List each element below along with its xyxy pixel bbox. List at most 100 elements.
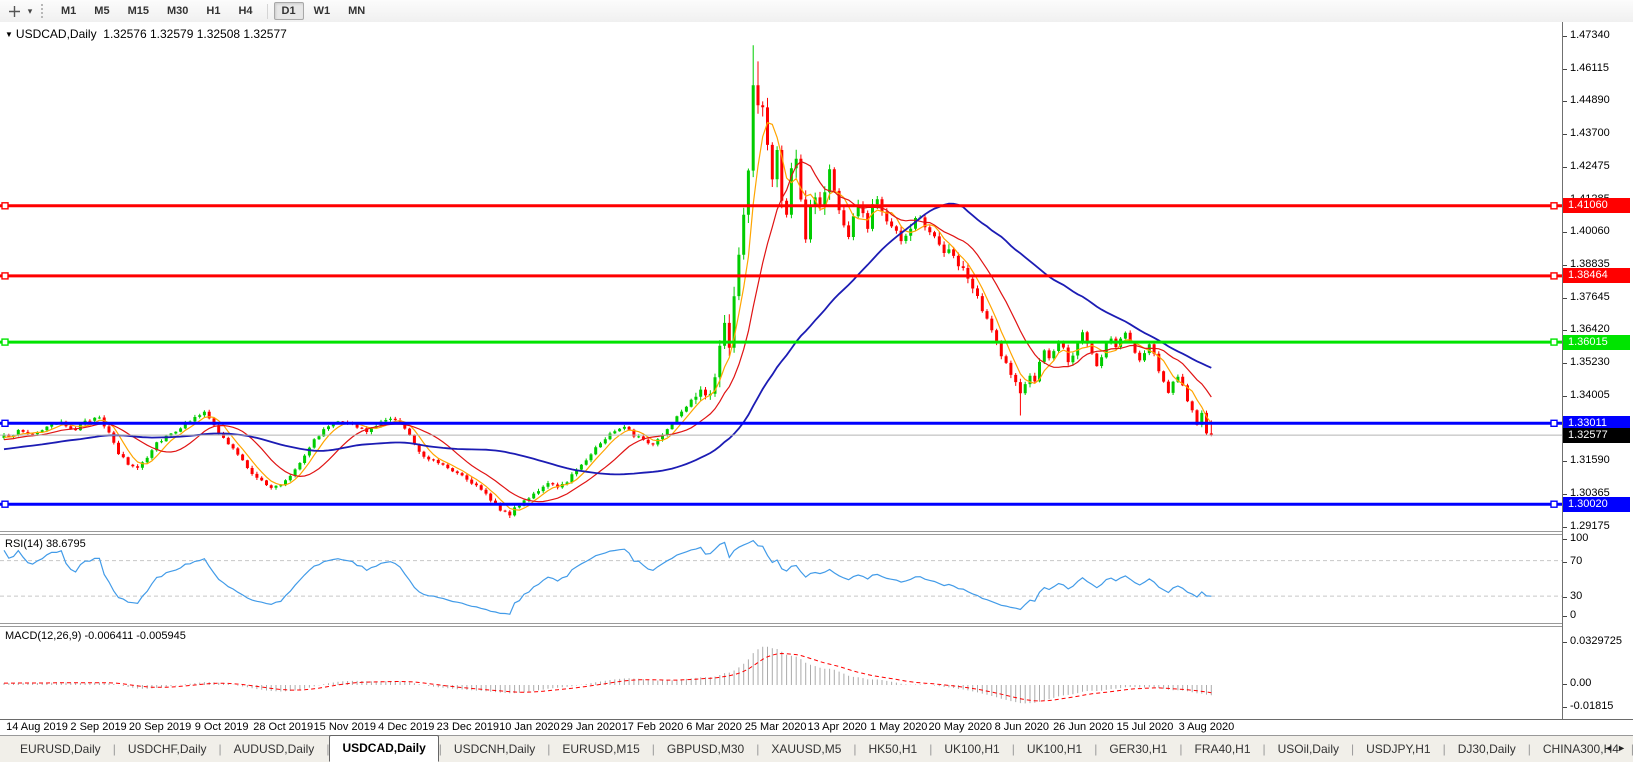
hline-price-badge: 1.38464 [1563, 268, 1630, 284]
date-label: 17 Feb 2020 [621, 721, 684, 733]
tab-usdjpy-h1[interactable]: USDJPY,H1 [1354, 738, 1442, 760]
hline-price-badge: 1.41060 [1563, 198, 1630, 214]
hline-handle[interactable] [1, 202, 9, 210]
timeframe-button-group: M1 M5 M15 M30 H1 H4 D1 W1 MN [52, 0, 374, 22]
crosshair-cursor-icon[interactable] [4, 2, 24, 20]
rsi-tick-mark [1563, 539, 1567, 540]
timeframe-button-m5[interactable]: M5 [86, 2, 117, 20]
macd-indicator-pane[interactable] [0, 627, 1562, 719]
timeframe-button-m1[interactable]: M1 [53, 2, 84, 20]
tab-fra40-h1[interactable]: FRA40,H1 [1182, 738, 1262, 760]
tab-eurusd-daily[interactable]: EURUSD,Daily [8, 738, 113, 760]
tab-xauusd-m5[interactable]: XAUUSD,M5 [759, 738, 853, 760]
hline-handle[interactable] [1, 338, 9, 346]
price-tick-mark [1563, 493, 1567, 495]
tab-hk50-h1[interactable]: HK50,H1 [857, 738, 930, 760]
rsi-tick-mark [1563, 596, 1567, 598]
date-label: 29 Jan 2020 [560, 721, 622, 733]
date-label: 15 Jul 2020 [1116, 721, 1174, 733]
macd-histogram [3, 646, 1212, 704]
tab-usdchf-daily[interactable]: USDCHF,Daily [116, 738, 219, 760]
hline-price-badge: 1.36015 [1563, 334, 1630, 350]
time-axis[interactable]: 14 Aug 2019 2 Sep 2019 20 Sep 2019 9 Oct 20… [0, 721, 1562, 735]
pane-resize-separator[interactable] [0, 623, 1633, 627]
tab-usdcnh-daily[interactable]: USDCNH,Daily [442, 738, 547, 760]
hline-handle[interactable] [1, 500, 9, 508]
tab-uk100-h1[interactable]: UK100,H1 [1015, 738, 1094, 760]
rsi-indicator-pane[interactable] [0, 535, 1562, 623]
price-tick-mark [1563, 297, 1567, 299]
chart-title: ▼ USDCAD,Daily 1.32576 1.32579 1.32508 1.… [5, 27, 287, 41]
date-label: 13 Apr 2020 [807, 721, 867, 733]
macd-tick-label: 0.0329725 [1570, 635, 1622, 647]
hline-handle[interactable] [1, 272, 9, 280]
price-tick-label: 1.46115 [1570, 61, 1609, 74]
hline-handle[interactable] [1550, 500, 1558, 508]
date-label: 1 May 2020 [869, 721, 928, 733]
tab-gbpusd-m30[interactable]: GBPUSD,M30 [655, 738, 756, 760]
hline-handle[interactable] [1550, 202, 1558, 210]
price-tick-mark [1563, 68, 1567, 70]
moving-average-45 [3, 202, 1212, 476]
date-label: 8 Jun 2020 [994, 721, 1050, 733]
main-price-pane[interactable] [0, 22, 1562, 532]
timeframe-button-mn[interactable]: MN [340, 2, 373, 20]
tab-usdcad-daily[interactable]: USDCAD,Daily [329, 734, 439, 762]
macd-tick-mark [1563, 642, 1567, 643]
price-tick-mark [1563, 264, 1567, 266]
date-label: 20 May 2020 [928, 721, 993, 733]
hline-handle[interactable] [1550, 419, 1558, 427]
macd-chart-canvas[interactable] [0, 627, 1562, 719]
price-tick-label: 1.47340 [1570, 29, 1610, 41]
price-tick-label: 1.35230 [1570, 356, 1610, 369]
macd-indicator-label: MACD(12,26,9) -0.006411 -0.005945 [5, 630, 186, 642]
chart-tab-bar: EURUSD,Daily | USDCHF,Daily | AUDUSD,Daily | U… [0, 734, 1633, 762]
price-tick-label: 1.44890 [1570, 94, 1610, 107]
timeframe-button-d1[interactable]: D1 [273, 2, 304, 20]
pane-resize-separator[interactable] [0, 531, 1633, 535]
chart-window: ▼ USDCAD,Daily 1.32576 1.32579 1.32508 1.… [0, 22, 1633, 720]
price-tick-label: 1.34005 [1570, 388, 1610, 401]
timeframe-button-w1[interactable]: W1 [306, 2, 339, 20]
tab-usoil-daily[interactable]: USOil,Daily [1266, 738, 1351, 760]
rsi-chart-canvas[interactable] [0, 535, 1562, 623]
current-price-badge: 1.32577 [1563, 427, 1630, 443]
macd-tick-label: -0.01815 [1570, 700, 1614, 712]
rsi-tick-label: 100 [1570, 532, 1589, 544]
toolbar-separator [266, 3, 268, 19]
tab-uk100-h1[interactable]: UK100,H1 [932, 738, 1011, 760]
timeframe-button-h1[interactable]: H1 [198, 2, 228, 20]
tab-scroll-left-icon[interactable]: ◄ [1604, 743, 1617, 753]
chart-symbol-period: USDCAD,Daily [15, 27, 97, 41]
tab-dj30-daily[interactable]: DJ30,Daily [1446, 738, 1528, 760]
timeframe-button-m30[interactable]: M30 [159, 2, 196, 20]
rsi-current-value: 38.6795 [45, 538, 86, 550]
tab-ger30-h1[interactable]: GER30,H1 [1097, 738, 1179, 760]
date-label: 14 Aug 2019 [6, 721, 68, 733]
tab-scroll-right-icon[interactable]: ► [1617, 743, 1630, 753]
rsi-tick-label: 70 [1570, 554, 1583, 567]
hline-handle[interactable] [1, 419, 9, 427]
price-tick-mark [1563, 101, 1567, 103]
hline-handle[interactable] [1550, 272, 1558, 280]
date-label: 23 Dec 2019 [436, 721, 500, 733]
chart-symbol-dropdown-icon[interactable]: ▼ [5, 30, 13, 39]
price-axis[interactable]: 1.473401.461151.448901.437001.424751.412… [1562, 22, 1633, 719]
date-label: 10 Jan 2020 [499, 721, 560, 733]
price-tick-mark [1563, 363, 1567, 365]
candlestick-chart-canvas[interactable] [0, 22, 1562, 532]
timeframe-button-m15[interactable]: M15 [120, 2, 157, 20]
date-label: 26 Jun 2020 [1053, 721, 1114, 733]
rsi-tick-label: 0 [1570, 608, 1577, 621]
macd-current-values: -0.006411 -0.005945 [84, 630, 186, 642]
tab-audusd-daily[interactable]: AUDUSD,Daily [222, 738, 327, 760]
price-tick-mark [1563, 166, 1567, 168]
macd-tick-label: 0.00 [1570, 677, 1592, 689]
hline-handle[interactable] [1550, 338, 1558, 346]
toolbar-drag-handle[interactable] [41, 4, 45, 18]
cursor-tool-dropdown-icon[interactable]: ▾ [24, 6, 36, 17]
timeframe-button-h4[interactable]: H4 [230, 2, 260, 20]
tab-eurusd-m15[interactable]: EURUSD,M15 [550, 738, 651, 760]
price-tick-mark [1563, 134, 1567, 136]
hline-price-badge: 1.30020 [1563, 496, 1630, 512]
